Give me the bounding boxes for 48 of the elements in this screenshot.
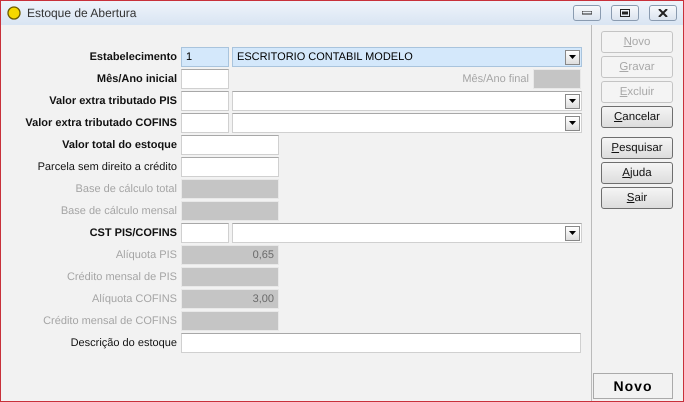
field-label: Alíquota PIS <box>114 249 178 261</box>
caret-icon <box>569 121 576 125</box>
dropdown-field[interactable] <box>232 223 582 243</box>
dropdown-field[interactable] <box>232 91 582 111</box>
action-button[interactable]: Pesquisar <box>601 137 673 159</box>
code-field[interactable] <box>181 223 229 243</box>
app-icon <box>7 6 21 20</box>
field-label: Valor extra tributado PIS <box>48 95 178 107</box>
field-label: Valor extra tributado COFINS <box>24 117 178 129</box>
description-field[interactable] <box>181 333 581 353</box>
field-label: CST PIS/COFINS <box>88 227 178 239</box>
code-field[interactable] <box>181 113 229 133</box>
caret-icon <box>569 55 576 59</box>
dropdown-field[interactable] <box>232 113 582 133</box>
close-icon <box>658 9 668 17</box>
field-label: Base de cálculo mensal <box>60 205 178 217</box>
field-label: Base de cálculo total <box>74 183 178 195</box>
field-label: Mês/Ano inicial <box>96 73 178 85</box>
dropdown-field[interactable]: ESCRITORIO CONTABIL MODELO <box>232 47 582 67</box>
dropdown-button[interactable] <box>565 50 580 64</box>
field-label: Descrição do estoque <box>70 337 178 349</box>
text-field[interactable] <box>181 157 279 177</box>
field-label: Parcela sem direito a crédito <box>36 161 178 173</box>
field-label: Alíquota COFINS <box>91 293 178 305</box>
code-field[interactable] <box>181 91 229 111</box>
minimize-icon <box>582 11 592 15</box>
action-button[interactable]: Ajuda <box>601 162 673 184</box>
caret-icon <box>569 231 576 235</box>
text-field[interactable] <box>181 135 279 155</box>
code-field[interactable]: 1 <box>181 47 229 67</box>
minimize-button[interactable] <box>573 5 601 21</box>
field-label: Valor total do estoque <box>61 139 178 151</box>
month-year-field[interactable] <box>181 69 229 89</box>
maximize-icon <box>620 9 630 17</box>
action-button[interactable]: Cancelar <box>601 106 673 128</box>
status-mode: Novo <box>593 373 673 399</box>
window-title: Estoque de Abertura <box>27 6 138 20</box>
field-label: Estabelecimento <box>88 51 178 63</box>
caret-icon <box>569 99 576 103</box>
field-label: Crédito mensal de COFINS <box>42 315 178 327</box>
maximize-button[interactable] <box>611 5 639 21</box>
dropdown-button[interactable] <box>565 116 580 130</box>
dropdown-button[interactable] <box>565 226 580 240</box>
dropdown-button[interactable] <box>565 94 580 108</box>
field-label: Mês/Ano final <box>461 73 530 85</box>
field-label: Crédito mensal de PIS <box>66 271 178 283</box>
close-button[interactable] <box>649 5 677 21</box>
action-button[interactable]: Sair <box>601 187 673 209</box>
